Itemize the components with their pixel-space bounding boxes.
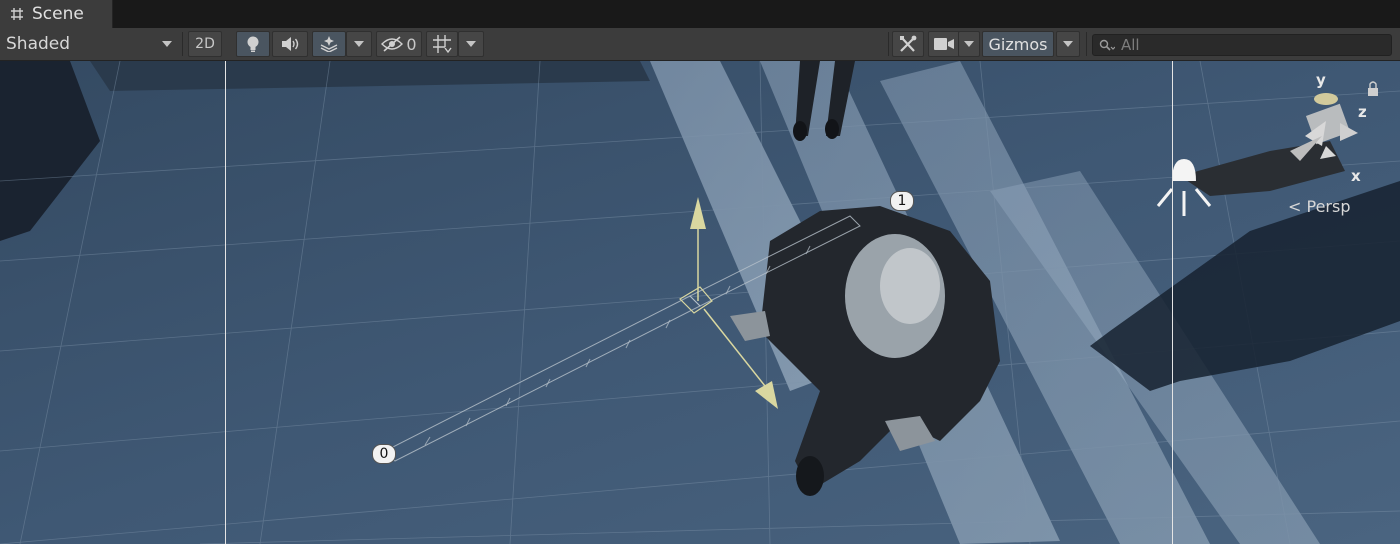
shading-mode-dropdown[interactable]: Shaded [0,31,180,57]
waypoint-index: 1 [897,193,907,209]
search-placeholder: All [1121,36,1140,54]
tools-icon [900,35,917,52]
tab-title: Scene [32,4,84,24]
effects-dropdown[interactable] [346,31,372,57]
divider [888,32,889,56]
effects-toggle-button[interactable] [312,31,346,57]
chevron-down-icon [1063,41,1073,47]
axis-label-x: x [1351,167,1361,185]
camera-dropdown[interactable] [958,31,980,57]
lighting-toggle-button[interactable] [236,31,270,57]
character-foot [796,456,824,496]
hidden-object-count: 0 [406,34,417,54]
search-icon [1099,39,1115,51]
character-foot [793,121,807,141]
character-head-highlight [880,248,940,324]
viewport-guide-line [1172,61,1173,544]
waypoint-label[interactable]: 0 [372,444,396,464]
speaker-icon [282,37,299,51]
effects-layers-icon [320,36,338,52]
tab-bar: Scene [0,0,1400,28]
eye-slash-icon [381,36,404,52]
projection-toggle[interactable]: < Persp [1288,197,1351,216]
search-input[interactable]: All [1092,34,1392,56]
gizmos-dropdown[interactable] [1056,31,1080,57]
waypoint-label[interactable]: 1 [890,191,914,211]
character-foot [825,119,839,139]
divider [182,32,183,56]
chevron-down-icon [354,41,364,47]
shading-mode-label: Shaded [6,34,71,54]
gizmos-button[interactable]: Gizmos [982,31,1054,57]
scene-grid-icon [11,8,23,20]
chevron-down-icon [162,41,172,47]
scene-visibility-button[interactable]: 0 [376,31,422,57]
axis-label-z: z [1358,103,1367,121]
2d-toggle-button[interactable]: 2D [188,31,222,57]
axis-label-y: y [1316,71,1326,89]
camera-icon [934,38,954,50]
lightbulb-icon [247,36,259,52]
audio-toggle-button[interactable] [272,31,308,57]
waypoint-index: 0 [379,446,389,462]
divider [1086,32,1087,56]
tools-button[interactable] [892,31,924,57]
chevron-down-icon [466,41,476,47]
projection-arrow-icon: < [1288,197,1307,216]
scene-viewport[interactable]: 0 1 y z x < Persp [0,61,1400,544]
scene-render [0,61,1400,544]
projection-label: Persp [1306,197,1351,216]
camera-settings-button[interactable] [928,31,960,57]
grid-dropdown[interactable] [458,31,484,57]
2d-toggle-label: 2D [195,36,215,52]
grid-toggle-button[interactable] [426,31,458,57]
chevron-down-icon [964,41,974,47]
tab-scene[interactable]: Scene [0,0,113,28]
viewport-guide-line [225,61,226,544]
gizmos-label: Gizmos [988,34,1048,54]
grid-icon [433,35,452,54]
